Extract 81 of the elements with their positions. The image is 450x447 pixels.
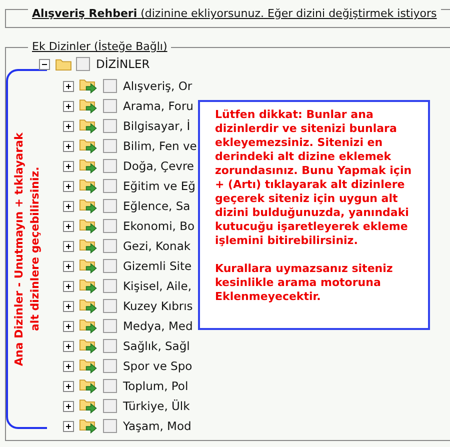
category-note: Alışveriş Rehberi (dizinine ekliyorsunuz. Eğer dizini değiştirmek istiyors <box>32 7 437 20</box>
folder-icon <box>55 57 72 71</box>
expand-icon[interactable] <box>63 100 74 112</box>
expand-icon[interactable] <box>63 140 74 152</box>
folder-arrow-icon <box>79 238 99 254</box>
checkbox[interactable] <box>103 99 117 113</box>
tree-item-label[interactable]: Toplum, Pol <box>123 379 188 393</box>
folder-arrow-icon <box>79 118 99 134</box>
folder-arrow-icon <box>79 378 99 394</box>
expand-icon[interactable] <box>63 340 74 352</box>
checkbox[interactable] <box>103 399 117 413</box>
expand-icon[interactable] <box>63 120 74 132</box>
checkbox[interactable] <box>103 279 117 293</box>
tree-item-label[interactable]: Arama, Foru <box>123 99 194 113</box>
tree-item-label[interactable]: Yaşam, Mod <box>123 419 192 433</box>
folder-arrow-icon <box>79 398 99 414</box>
expand-icon[interactable] <box>63 400 74 412</box>
tree-item-label[interactable]: Sağlık, Sağl <box>123 339 190 353</box>
tree-item-label[interactable]: Gizemli Site <box>123 259 192 273</box>
tree-item-label[interactable]: Eğlence, Sa <box>123 199 190 213</box>
expand-icon[interactable] <box>63 80 74 92</box>
folder-arrow-icon <box>79 418 99 434</box>
checkbox[interactable] <box>103 259 117 273</box>
checkbox[interactable] <box>103 139 117 153</box>
checkbox[interactable] <box>103 79 117 93</box>
section-legend: Ek Dizinler (İsteğe Bağlı) <box>32 40 168 53</box>
expand-icon[interactable] <box>63 160 74 172</box>
folder-arrow-icon <box>79 78 99 94</box>
checkbox[interactable] <box>103 159 117 173</box>
expand-icon[interactable] <box>63 280 74 292</box>
folder-arrow-icon <box>79 278 99 294</box>
hint-callout: Ana Dizinler - Unutmayın + tıklayarak alt dizinlere geçebilirsiniz. <box>6 69 47 429</box>
tree-item-label[interactable]: Gezi, Konak <box>123 239 191 253</box>
tree-item-label[interactable]: Eğitim ve Eğ <box>123 179 196 193</box>
folder-arrow-icon <box>79 338 99 354</box>
checkbox[interactable] <box>103 239 117 253</box>
checkbox[interactable] <box>103 299 117 313</box>
tree-item-label[interactable]: Bilim, Fen ve <box>123 139 197 153</box>
expand-icon[interactable] <box>63 380 74 392</box>
folder-arrow-icon <box>79 298 99 314</box>
folder-arrow-icon <box>79 218 99 234</box>
expand-icon[interactable] <box>63 180 74 192</box>
checkbox[interactable] <box>103 179 117 193</box>
collapse-icon[interactable] <box>39 58 50 70</box>
checkbox[interactable] <box>103 379 117 393</box>
notice-text: Lütfen dikkat: Bunlar ana dizinlerdir ve sitenizi bunlara ekleyemezsiniz. Sitenizi en derindeki alt dizine eklemek zorundasınız. Bunu Yapmak için + (Artı) tıklayarak alt dizinlere geçerek siteniz için uygun alt dizini bulduğunuzda, yanındaki kutucuğu işaretleyerek ekleme işlemini bitirebilirsiniz. <box>215 108 413 248</box>
checkbox[interactable] <box>103 419 117 433</box>
checkbox[interactable] <box>103 219 117 233</box>
folder-arrow-icon <box>79 258 99 274</box>
notice-text: Kurallara uymazsanız siteniz kesinlikle arama motoruna Eklenmeyecektir. <box>215 262 394 304</box>
expand-icon[interactable] <box>63 240 74 252</box>
folder-arrow-icon <box>79 98 99 114</box>
expand-icon[interactable] <box>63 360 74 372</box>
tree-item-label[interactable]: Türkiye, Ülk <box>123 399 190 413</box>
expand-icon[interactable] <box>63 220 74 232</box>
expand-icon[interactable] <box>63 200 74 212</box>
tree-item-label[interactable]: Medya, Med <box>123 319 193 333</box>
folder-arrow-icon <box>79 158 99 174</box>
checkbox[interactable] <box>76 57 90 71</box>
expand-icon[interactable] <box>63 420 74 432</box>
folder-arrow-icon <box>79 178 99 194</box>
folder-arrow-icon <box>79 198 99 214</box>
checkbox[interactable] <box>103 319 117 333</box>
checkbox[interactable] <box>103 359 117 373</box>
folder-arrow-icon <box>79 138 99 154</box>
tree-item-label[interactable]: Doğa, Çevre <box>123 159 194 173</box>
expand-icon[interactable] <box>63 260 74 272</box>
tree-item-label[interactable]: DİZİNLER <box>96 57 150 71</box>
tree-item-label[interactable]: Kuzey Kıbrıs <box>123 299 193 313</box>
tree-item-label[interactable]: Alışveriş, Or <box>123 79 192 93</box>
tree-item-label[interactable]: Bilgisayar, İ <box>123 119 190 133</box>
folder-arrow-icon <box>79 358 99 374</box>
tree-item-label[interactable]: Kişisel, Aile, <box>123 279 192 293</box>
expand-icon[interactable] <box>63 300 74 312</box>
checkbox[interactable] <box>103 119 117 133</box>
checkbox[interactable] <box>103 339 117 353</box>
checkbox[interactable] <box>103 199 117 213</box>
folder-arrow-icon <box>79 318 99 334</box>
expand-icon[interactable] <box>63 320 74 332</box>
tree-item-label[interactable]: Ekonomi, Bo <box>123 219 195 233</box>
tree-item-label[interactable]: Spor ve Spo <box>123 359 192 373</box>
